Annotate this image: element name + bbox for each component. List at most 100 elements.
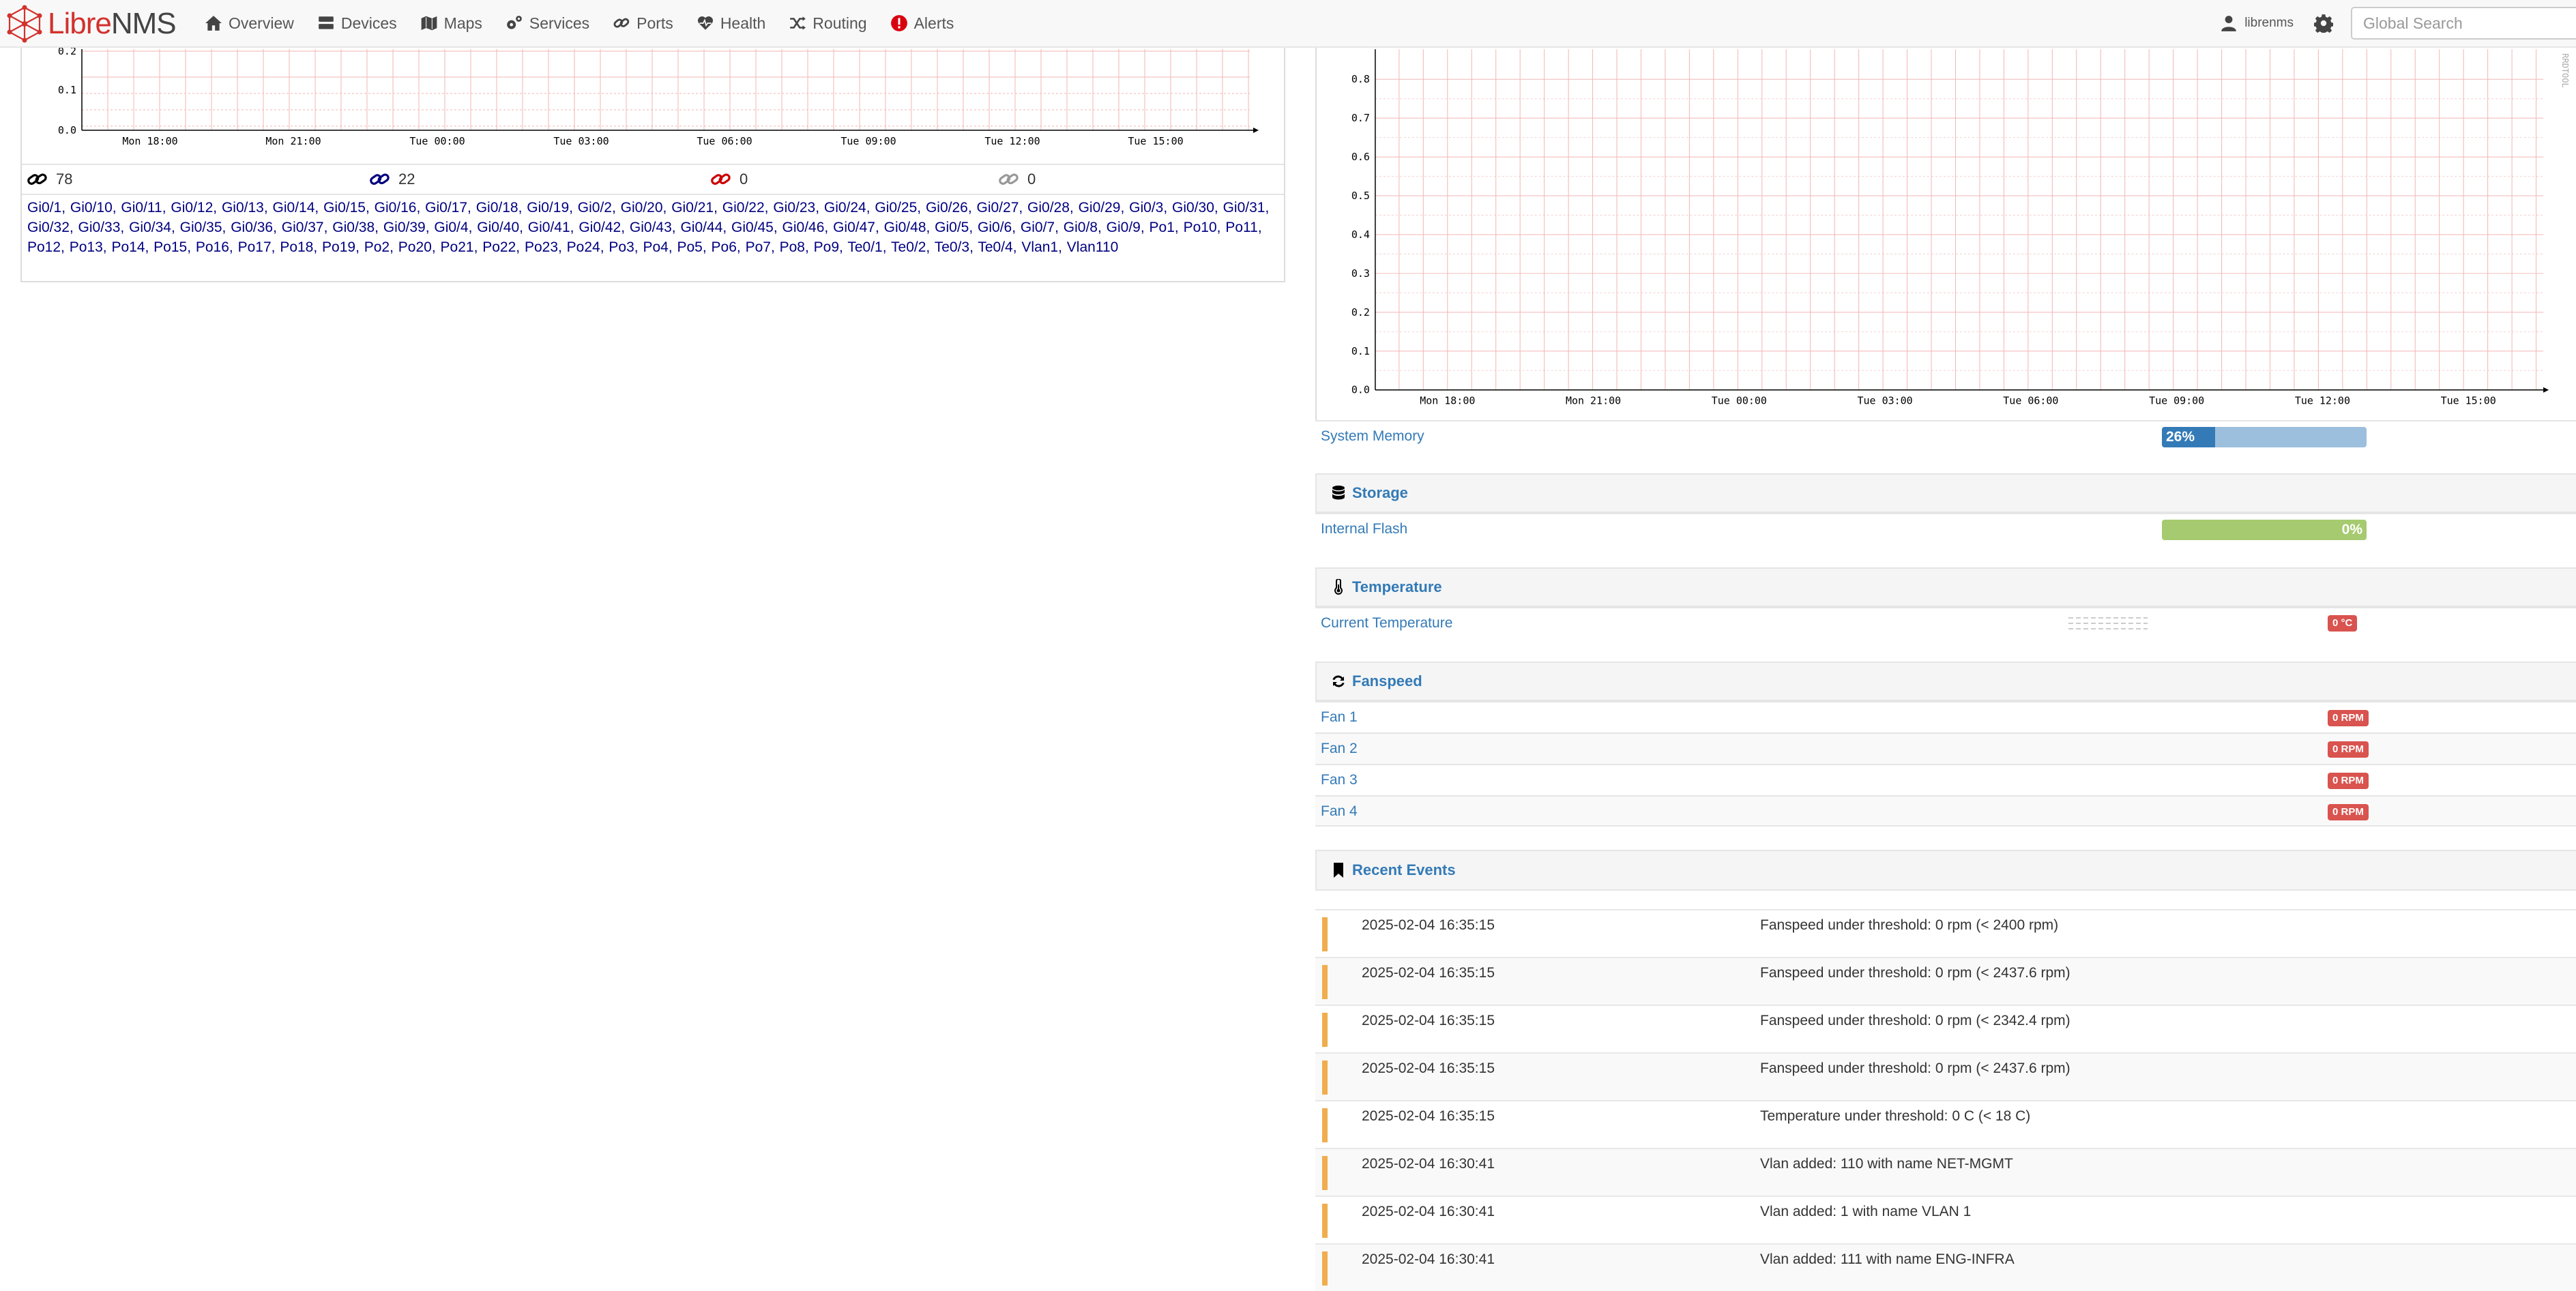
port-link[interactable]: Po19 xyxy=(322,239,355,255)
ports-disabled-stat[interactable]: 0 xyxy=(999,170,1036,188)
port-link[interactable]: Vlan1 xyxy=(1021,239,1058,255)
port-link[interactable]: Gi0/18 xyxy=(476,200,518,216)
fan-label[interactable]: Fan 1 xyxy=(1321,709,1358,726)
port-link[interactable]: Po3 xyxy=(609,239,634,255)
gear-icon[interactable] xyxy=(2314,14,2333,33)
port-link[interactable]: Gi0/40 xyxy=(477,220,519,235)
memory-usage-bar[interactable]: 26% xyxy=(2162,427,2367,447)
port-link[interactable]: Gi0/32 xyxy=(27,220,70,235)
temperature-header[interactable]: Temperature xyxy=(1315,567,2576,607)
storage-usage-bar[interactable]: 0% xyxy=(2162,520,2367,540)
port-link[interactable]: Gi0/39 xyxy=(383,220,426,235)
port-link[interactable]: Gi0/10 xyxy=(70,200,113,216)
port-link[interactable]: Po24 xyxy=(567,239,600,255)
storage-header[interactable]: Storage xyxy=(1315,473,2576,513)
port-link[interactable]: Gi0/1 xyxy=(27,200,61,216)
port-link[interactable]: Gi0/16 xyxy=(375,200,417,216)
port-link[interactable]: Gi0/20 xyxy=(621,200,663,216)
port-link[interactable]: Gi0/23 xyxy=(773,200,815,216)
nav-alerts[interactable]: Alerts xyxy=(890,14,954,33)
port-link[interactable]: Gi0/29 xyxy=(1079,200,1121,216)
port-link[interactable]: Gi0/47 xyxy=(833,220,875,235)
port-link[interactable]: Gi0/2 xyxy=(578,200,612,216)
ports-up-stat[interactable]: 22 xyxy=(370,170,415,188)
port-link[interactable]: Gi0/7 xyxy=(1021,220,1055,235)
port-link[interactable]: Gi0/34 xyxy=(129,220,171,235)
brand-logo[interactable]: LibreNMS xyxy=(5,4,177,44)
ports-down-stat[interactable]: 0 xyxy=(711,170,748,188)
port-link[interactable]: Po17 xyxy=(238,239,272,255)
storage-label[interactable]: Internal Flash xyxy=(1321,521,1407,537)
port-link[interactable]: Te0/1 xyxy=(847,239,882,255)
port-link[interactable]: Gi0/30 xyxy=(1172,200,1214,216)
port-link[interactable]: Gi0/4 xyxy=(434,220,468,235)
port-link[interactable]: Po13 xyxy=(70,239,103,255)
port-link[interactable]: Gi0/26 xyxy=(926,200,968,216)
fan-row[interactable]: Fan 2 0 RPM xyxy=(1315,732,2576,764)
fan-row[interactable]: Fan 4 0 RPM xyxy=(1315,795,2576,827)
nav-services[interactable]: Services xyxy=(506,14,589,33)
port-link[interactable]: Po22 xyxy=(482,239,516,255)
port-link[interactable]: Gi0/45 xyxy=(731,220,774,235)
storage-row[interactable]: Internal Flash 0% xyxy=(1315,513,2576,544)
port-link[interactable]: Po18 xyxy=(280,239,313,255)
port-link[interactable]: Gi0/13 xyxy=(222,200,264,216)
port-link[interactable]: Po8 xyxy=(780,239,805,255)
memory-row[interactable]: System Memory 26% xyxy=(1315,420,2576,451)
port-link[interactable]: Po16 xyxy=(196,239,229,255)
user-menu[interactable]: librenms xyxy=(2220,14,2294,32)
port-link[interactable]: Po7 xyxy=(746,239,771,255)
port-link[interactable]: Gi0/9 xyxy=(1107,220,1141,235)
port-link[interactable]: Gi0/6 xyxy=(978,220,1012,235)
port-link[interactable]: Gi0/3 xyxy=(1129,200,1163,216)
port-link[interactable]: Gi0/17 xyxy=(425,200,467,216)
port-link[interactable]: Po23 xyxy=(525,239,558,255)
nav-routing[interactable]: Routing xyxy=(789,14,867,33)
port-link[interactable]: Po2 xyxy=(364,239,390,255)
port-link[interactable]: Gi0/25 xyxy=(875,200,917,216)
port-link[interactable]: Po20 xyxy=(398,239,432,255)
port-link[interactable]: Po4 xyxy=(643,239,668,255)
port-link[interactable]: Gi0/36 xyxy=(231,220,273,235)
port-link[interactable]: Po10 xyxy=(1184,220,1217,235)
port-link[interactable]: Gi0/14 xyxy=(273,200,315,216)
port-link[interactable]: Gi0/5 xyxy=(935,220,969,235)
port-link[interactable]: Gi0/22 xyxy=(722,200,765,216)
port-link[interactable]: Vlan110 xyxy=(1067,239,1119,255)
port-link[interactable]: Po21 xyxy=(441,239,474,255)
port-link[interactable]: Te0/3 xyxy=(935,239,969,255)
port-link[interactable]: Gi0/27 xyxy=(977,200,1019,216)
nav-maps[interactable]: Maps xyxy=(420,14,482,33)
port-link[interactable]: Gi0/44 xyxy=(680,220,722,235)
temperature-row[interactable]: Current Temperature 0 °C xyxy=(1315,607,2576,638)
fan-row[interactable]: Fan 1 0 RPM xyxy=(1315,701,2576,732)
fan-label[interactable]: Fan 3 xyxy=(1321,772,1358,788)
port-link[interactable]: Po12 xyxy=(27,239,61,255)
nav-ports[interactable]: Ports xyxy=(613,14,673,33)
memory-label[interactable]: System Memory xyxy=(1321,428,1424,445)
port-link[interactable]: Gi0/37 xyxy=(282,220,324,235)
port-link[interactable]: Gi0/35 xyxy=(180,220,222,235)
port-link[interactable]: Gi0/43 xyxy=(630,220,672,235)
fanspeed-header[interactable]: Fanspeed xyxy=(1315,662,2576,701)
port-link[interactable]: Po15 xyxy=(153,239,187,255)
fan-label[interactable]: Fan 2 xyxy=(1321,741,1358,757)
port-link[interactable]: Gi0/46 xyxy=(782,220,825,235)
port-link[interactable]: Gi0/38 xyxy=(332,220,375,235)
nav-devices[interactable]: Devices xyxy=(317,14,397,33)
port-link[interactable]: Gi0/12 xyxy=(171,200,213,216)
port-link[interactable]: Gi0/33 xyxy=(78,220,121,235)
fan-label[interactable]: Fan 4 xyxy=(1321,803,1358,820)
port-link[interactable]: Po14 xyxy=(111,239,145,255)
port-link[interactable]: Gi0/41 xyxy=(528,220,570,235)
port-link[interactable]: Po1 xyxy=(1150,220,1175,235)
port-link[interactable]: Te0/4 xyxy=(978,239,1012,255)
port-link[interactable]: Gi0/48 xyxy=(884,220,926,235)
port-link[interactable]: Po9 xyxy=(814,239,839,255)
port-link[interactable]: Gi0/28 xyxy=(1027,200,1070,216)
port-link[interactable]: Gi0/24 xyxy=(824,200,866,216)
ports-total-stat[interactable]: 78 xyxy=(27,170,72,188)
port-link[interactable]: Gi0/31 xyxy=(1223,200,1265,216)
recent-events-header[interactable]: Recent Events xyxy=(1315,850,2576,891)
nav-overview[interactable]: Overview xyxy=(205,14,294,33)
